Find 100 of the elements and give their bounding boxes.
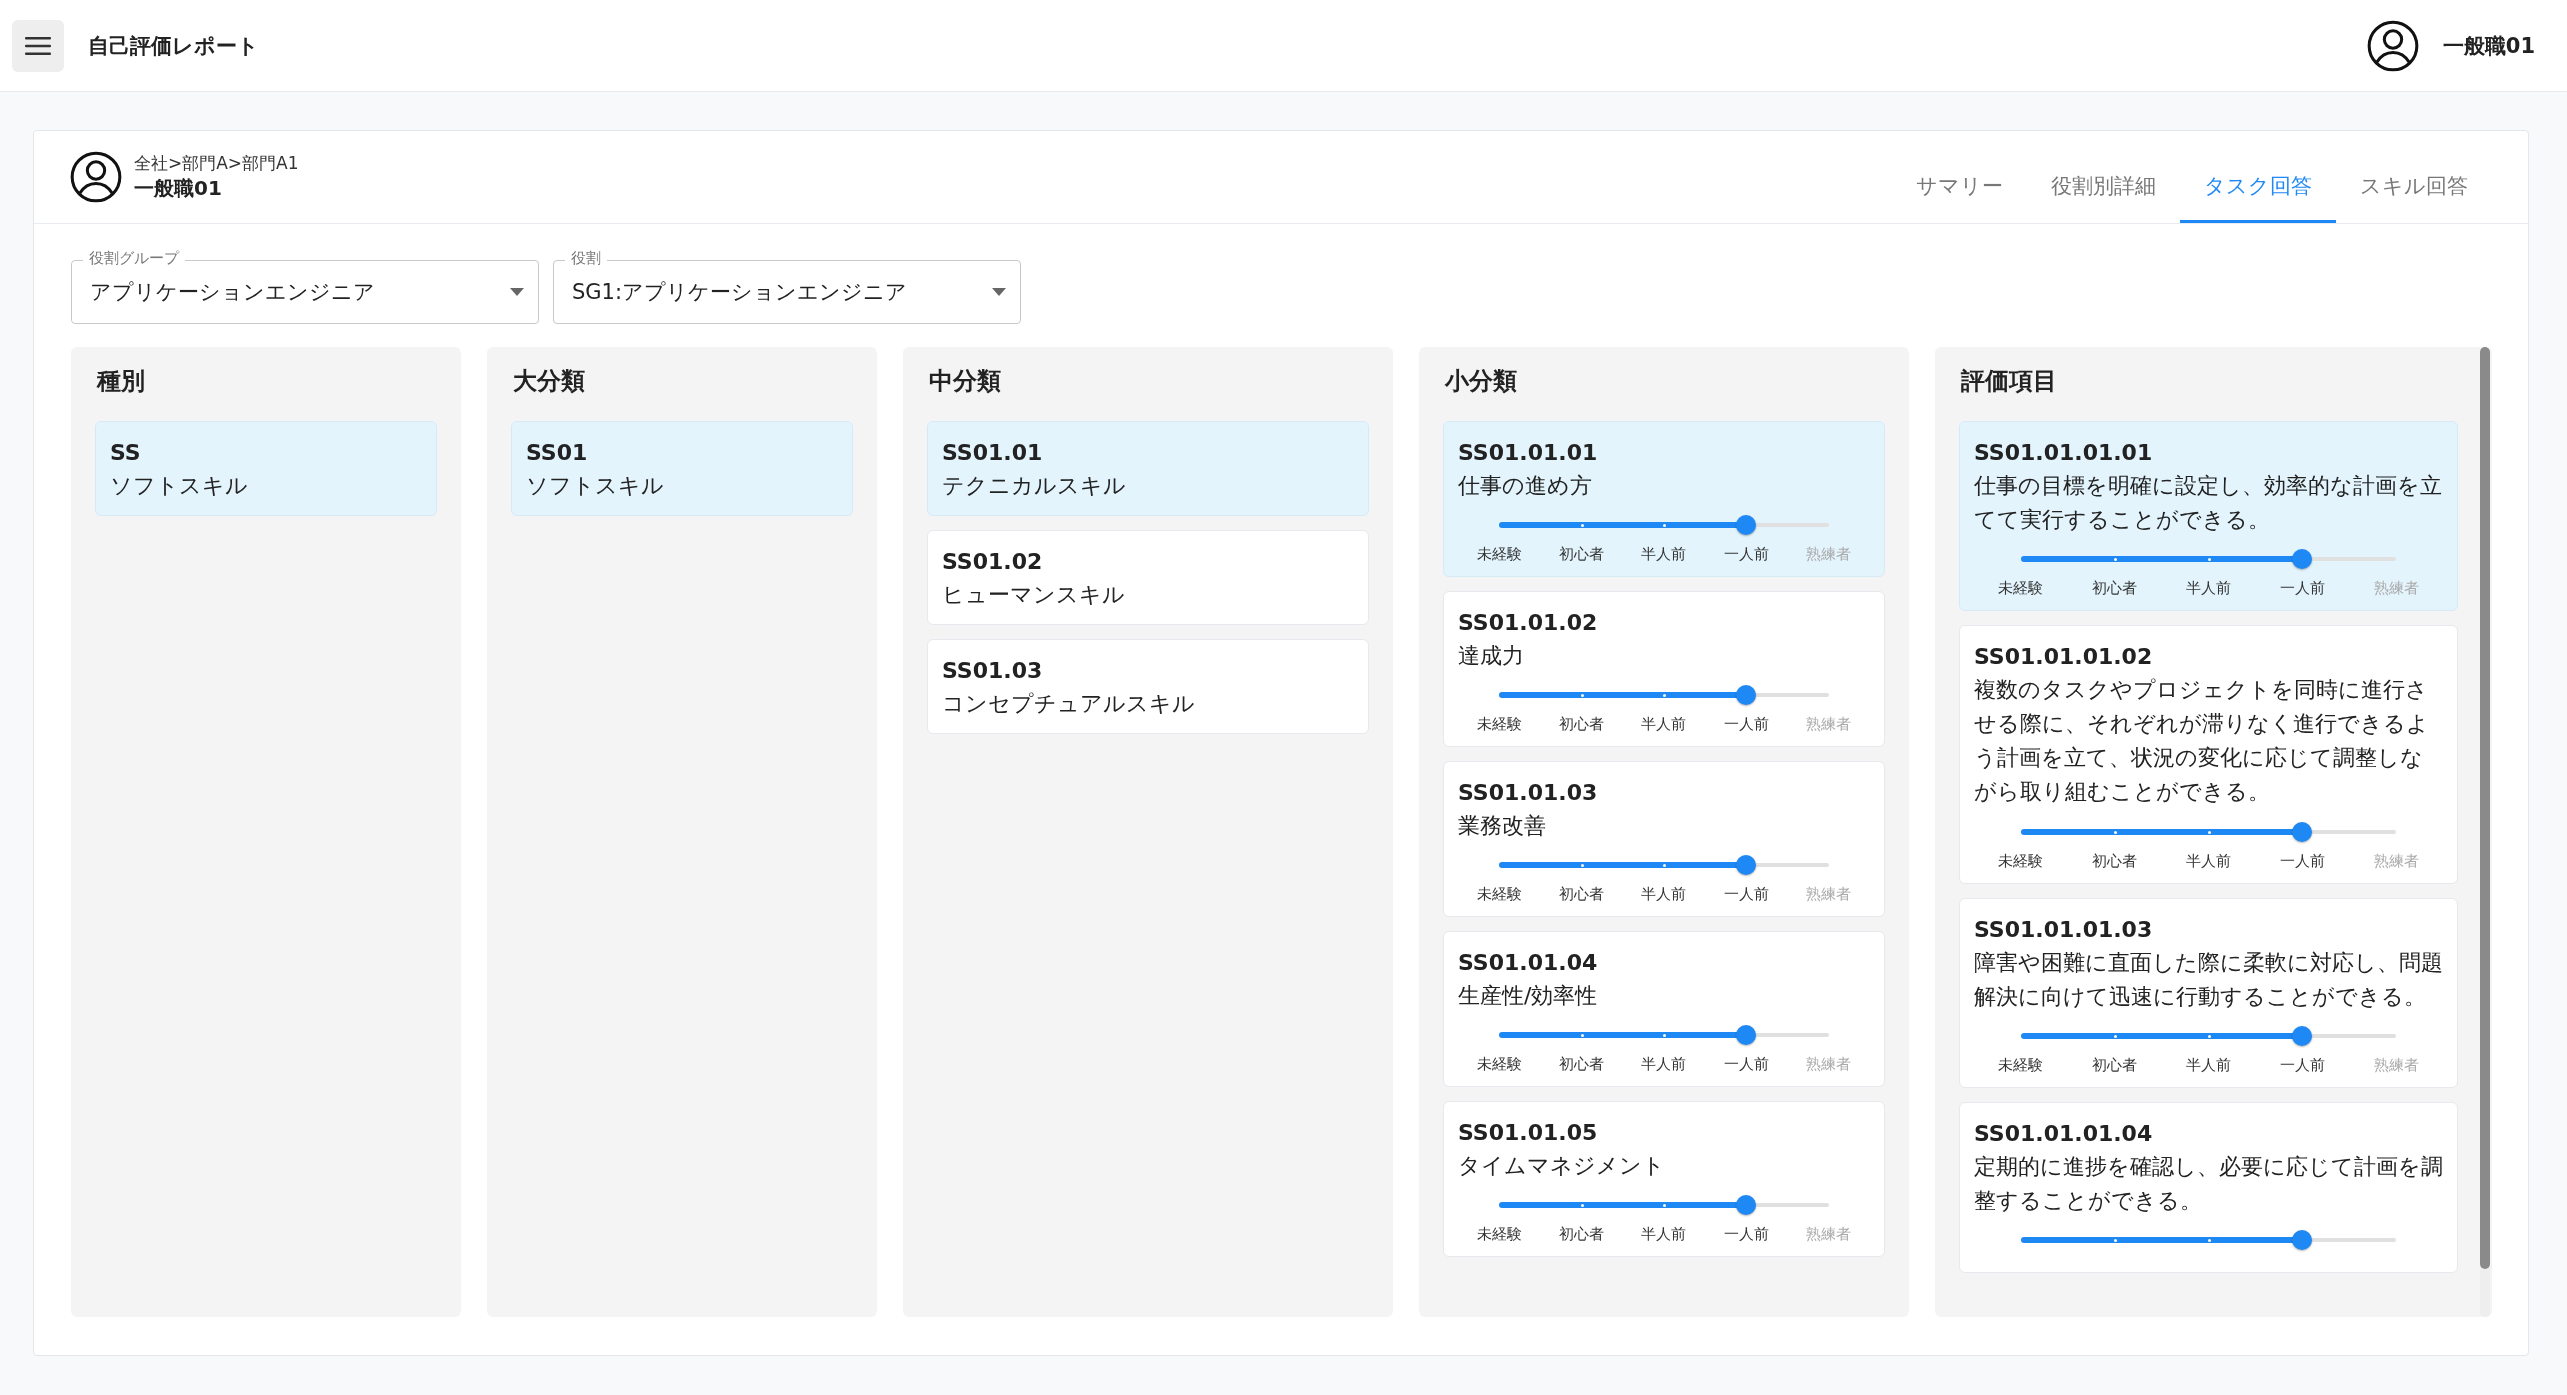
slider-thumb[interactable]: [2292, 1229, 2313, 1250]
scale-label: 熟練者: [2372, 579, 2420, 599]
slider-thumb[interactable]: [1736, 855, 1757, 876]
item-name: 仕事の目標を明確に設定し、効率的な計画を立てて実行することができる。: [1974, 472, 2443, 535]
category-card[interactable]: SS01.01.01 仕事の進め方 未経験 初心者 半人前 一人前 熟練者: [1443, 421, 1885, 578]
category-card[interactable]: SS01.02 ヒューマンスキル: [927, 530, 1369, 626]
category-card[interactable]: SS01.01.01.03 障害や困難に直面した際に柔軟に対応し、問題解決に向けて迅速に行動することができる。 未経験 初心者 半人前 一人前 熟練者: [1959, 897, 2458, 1088]
scale-label: 半人前: [1640, 715, 1688, 735]
scale-label: 初心者: [1558, 715, 1606, 735]
column-title: 大分類: [513, 366, 586, 397]
item-name: タイムマネジメント: [1458, 1152, 1666, 1181]
category-card[interactable]: SS01.01.03 業務改善 未経験 初心者 半人前 一人前 熟練者: [1443, 761, 1885, 918]
category-card[interactable]: SS01.01.05 タイムマネジメント 未経験 初心者 半人前 一人前 熟練者: [1443, 1101, 1885, 1258]
item-name: ヒューマンスキル: [942, 581, 1126, 610]
scale-label: 初心者: [2091, 579, 2139, 599]
field-value: SG1:アプリケーションエンジニア: [572, 279, 909, 306]
item-name: ソフトスキル: [110, 472, 249, 500]
scale-label: 未経験: [1475, 545, 1523, 565]
scale-label: 初心者: [2091, 1055, 2139, 1075]
scale-label: 一人前: [1722, 1225, 1770, 1245]
slider-thumb[interactable]: [1736, 1025, 1757, 1046]
scale-label: 熟練者: [1805, 885, 1853, 905]
item-name: 達成力: [1458, 642, 1525, 671]
slider-thumb[interactable]: [1736, 685, 1757, 706]
scale-label: 一人前: [1722, 545, 1770, 565]
scale-label: 未経験: [1475, 715, 1523, 735]
slider-thumb[interactable]: [1736, 515, 1757, 536]
scale-label: 未経験: [1997, 851, 2045, 871]
item-name: 障害や困難に直面した際に柔軟に対応し、問題解決に向けて迅速に行動することができる。: [1974, 948, 2443, 1011]
scale-label: 初心者: [1558, 1055, 1606, 1075]
scale-label: 半人前: [1640, 1225, 1688, 1245]
column-title: 評価項目: [1961, 366, 2058, 397]
profile-name: 一般職01: [134, 175, 223, 202]
scale-label: 未経験: [1997, 579, 2045, 599]
category-card[interactable]: SS01.01 テクニカルスキル: [927, 421, 1369, 517]
breadcrumb: 全社>部門A>部門A1: [134, 152, 299, 175]
item-name: ソフトスキル: [526, 472, 665, 500]
tab[interactable]: 役割別詳細: [2027, 131, 2180, 223]
item-code: SS01.01.03: [1458, 779, 1599, 808]
category-card[interactable]: SS01.01.02 達成力 未経験 初心者 半人前 一人前 熟練者: [1443, 591, 1885, 748]
category-card[interactable]: SS01.01.01.02 複数のタスクやプロジェクトを同時に進行させる際に、それぞれが滞りなく進行できるよう計画を立て、状況の変化に応じて調整しながら取り組むことができる。 未経験 初心者 半人前 一人前 熟練者: [1959, 625, 2458, 884]
item-code: SS01.01.05: [1458, 1119, 1599, 1148]
scale-label: 初心者: [1558, 1225, 1606, 1245]
column-title: 中分類: [929, 366, 1002, 397]
dropdown-icon: [510, 288, 524, 296]
field-value: アプリケーションエンジニア: [90, 279, 376, 306]
item-code: SS01.01.04: [1458, 949, 1599, 978]
item-code: SS01.01.01.01: [1974, 439, 2154, 467]
slider-thumb[interactable]: [1736, 1195, 1757, 1216]
scale-label: 熟練者: [1805, 1225, 1853, 1245]
user-icon: [2366, 19, 2419, 72]
scale-label: 初心者: [2091, 851, 2139, 871]
scale-label: 一人前: [2278, 579, 2326, 599]
column-title: 小分類: [1445, 366, 1518, 397]
item-name: 定期的に進捗を確認し、必要に応じて計画を調整することができる。: [1974, 1152, 2443, 1215]
category-card[interactable]: SS01.03 コンセプチュアルスキル: [927, 639, 1369, 735]
scale-label: 一人前: [1722, 885, 1770, 905]
category-card[interactable]: SS01.01.04 生産性/効率性 未経験 初心者 半人前 一人前 熟練者: [1443, 931, 1885, 1088]
scale-label: 未経験: [1475, 885, 1523, 905]
column-title: 種別: [97, 366, 146, 397]
item-code: SS01.01.01: [1458, 439, 1599, 467]
item-name: コンセプチュアルスキル: [942, 690, 1196, 719]
scale-label: 未経験: [1997, 1055, 2045, 1075]
item-code: SS01.01.01.04: [1974, 1119, 2154, 1148]
scale-label: 熟練者: [2372, 851, 2420, 871]
scale-label: 一人前: [1722, 1055, 1770, 1075]
scale-label: 初心者: [1558, 885, 1606, 905]
item-name: 仕事の進め方: [1458, 472, 1593, 500]
item-name: テクニカルスキル: [942, 472, 1127, 500]
scale-label: 半人前: [1640, 545, 1688, 565]
scale-label: 半人前: [2185, 1055, 2232, 1075]
category-card[interactable]: SS01 ソフトスキル: [511, 421, 853, 517]
tab[interactable]: スキル回答: [2336, 131, 2492, 223]
app-title: 自己評価レポート: [88, 32, 259, 60]
user-icon: [70, 151, 122, 203]
item-name: 業務改善: [1458, 812, 1547, 841]
field-label: 役割: [565, 249, 607, 268]
item-code: SS01.01.01.02: [1974, 643, 2154, 672]
item-code: SS01.03: [942, 657, 1044, 686]
scale-label: 一人前: [1722, 715, 1770, 735]
slider-thumb[interactable]: [2292, 821, 2313, 842]
category-card[interactable]: SS ソフトスキル: [95, 421, 437, 517]
dropdown-icon: [992, 288, 1006, 296]
scale-label: 未経験: [1475, 1225, 1523, 1245]
item-code: SS01.01.01.03: [1974, 915, 2154, 944]
tab[interactable]: タスク回答: [2180, 131, 2336, 223]
item-code: SS01: [526, 439, 589, 467]
scale-label: 未経験: [1475, 1055, 1523, 1075]
tab[interactable]: サマリー: [1892, 131, 2027, 223]
category-card[interactable]: SS01.01.01.01 仕事の目標を明確に設定し、効率的な計画を立てて実行することができる。 未経験 初心者 半人前 一人前 熟練者: [1959, 421, 2458, 612]
scrollbar[interactable]: [2480, 347, 2490, 1317]
scale-label: 初心者: [1558, 545, 1606, 565]
slider-thumb[interactable]: [2292, 1025, 2313, 1046]
item-name: 複数のタスクやプロジェクトを同時に進行させる際に、それぞれが滞りなく進行できるよう計画を立て、状況の変化に応じて調整しながら取り組むことができる。: [1974, 676, 2430, 807]
item-code: SS01.01: [942, 439, 1044, 467]
user-name: 一般職01: [2442, 32, 2535, 60]
scale-label: 熟練者: [2372, 1055, 2420, 1075]
category-card[interactable]: SS01.01.01.04 定期的に進捗を確認し、必要に応じて計画を調整することができる。: [1959, 1101, 2458, 1273]
menu-button[interactable]: [12, 19, 64, 72]
slider-thumb[interactable]: [2292, 549, 2313, 570]
